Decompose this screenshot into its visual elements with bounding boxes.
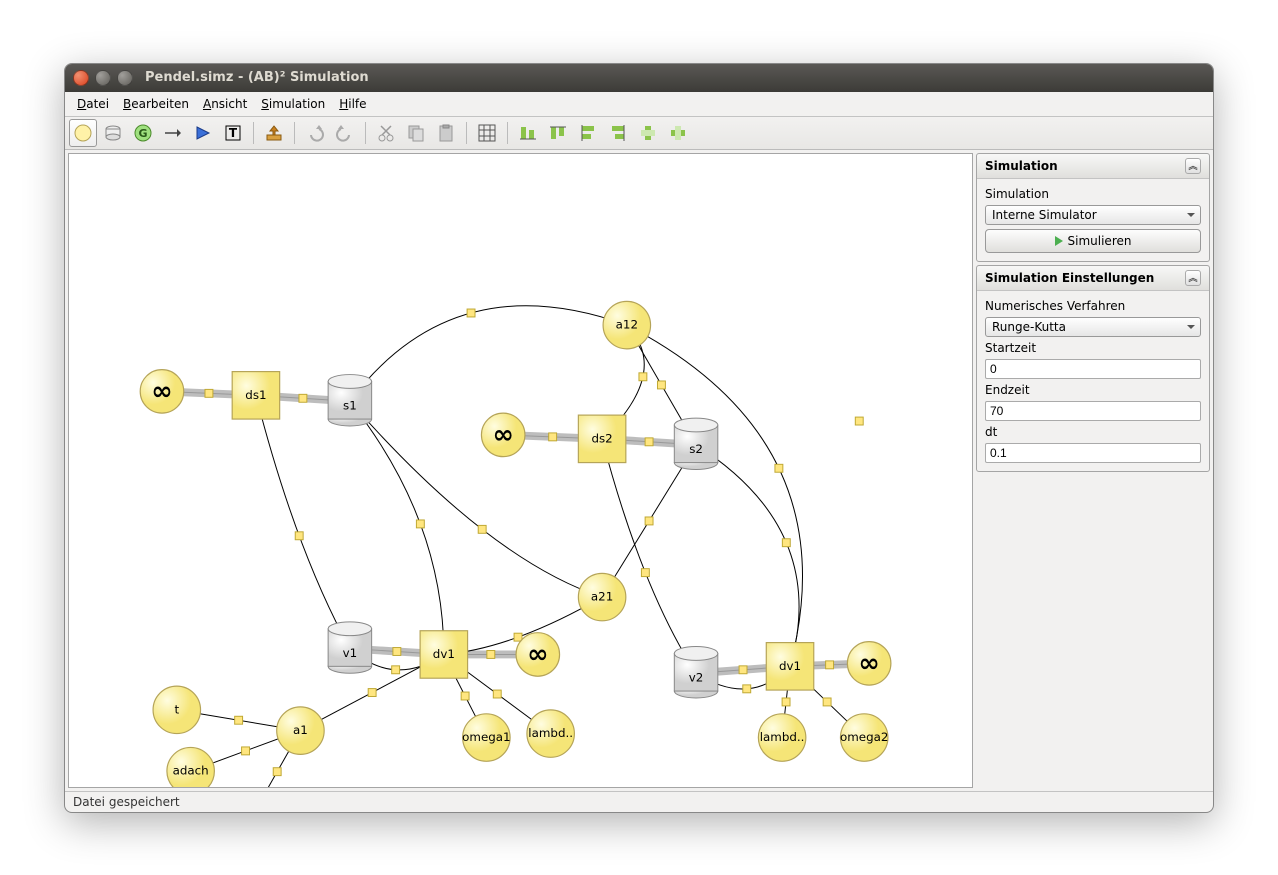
toolbar: G T xyxy=(65,117,1213,150)
svg-text:v2: v2 xyxy=(689,670,704,684)
svg-text:T: T xyxy=(229,126,238,140)
svg-text:∞: ∞ xyxy=(492,419,513,449)
separator-icon xyxy=(466,122,467,144)
window-controls xyxy=(73,70,133,86)
menu-bearbeiten[interactable]: Bearbeiten xyxy=(117,95,195,113)
menu-ansicht[interactable]: Ansicht xyxy=(197,95,253,113)
method-label: Numerisches Verfahren xyxy=(985,299,1201,313)
tool-align3-icon[interactable] xyxy=(574,119,602,147)
titlebar: Pendel.simz - (AB)² Simulation xyxy=(65,64,1213,92)
svg-text:omega2: omega2 xyxy=(840,730,888,744)
simulation-title: Simulation xyxy=(985,159,1058,173)
svg-text:s1: s1 xyxy=(343,398,357,412)
simulation-panel: Simulation ︽ Simulation Interne Simulato… xyxy=(976,153,1210,262)
simulate-button[interactable]: Simulieren xyxy=(985,229,1201,253)
svg-text:a21: a21 xyxy=(591,589,613,603)
tool-text-icon[interactable]: T xyxy=(219,119,247,147)
start-label: Startzeit xyxy=(985,341,1201,355)
svg-text:dv1: dv1 xyxy=(433,646,455,660)
svg-text:ds1: ds1 xyxy=(245,387,266,401)
tool-redo-icon[interactable] xyxy=(331,119,359,147)
menu-simulation[interactable]: Simulation xyxy=(255,95,331,113)
tool-align5-icon[interactable] xyxy=(634,119,662,147)
tool-align4-icon[interactable] xyxy=(604,119,632,147)
separator-icon xyxy=(507,122,508,144)
app-window: Pendel.simz - (AB)² Simulation Datei Bea… xyxy=(64,63,1214,813)
menu-datei[interactable]: Datei xyxy=(71,95,115,113)
chevron-up-icon[interactable]: ︽ xyxy=(1185,270,1201,286)
end-label: Endzeit xyxy=(985,383,1201,397)
start-input[interactable] xyxy=(985,359,1201,379)
method-select[interactable]: Runge-Kutta xyxy=(985,317,1201,337)
settings-panel: Simulation Einstellungen ︽ Numerisches V… xyxy=(976,265,1210,472)
window-title: Pendel.simz - (AB)² Simulation xyxy=(145,70,369,85)
settings-title: Simulation Einstellungen xyxy=(985,271,1154,285)
svg-text:a12: a12 xyxy=(616,317,638,331)
svg-text:v1: v1 xyxy=(343,645,358,659)
svg-text:adach: adach xyxy=(173,763,209,777)
svg-text:∞: ∞ xyxy=(527,639,548,669)
svg-text:omega1: omega1 xyxy=(462,730,510,744)
svg-text:t: t xyxy=(174,702,179,716)
svg-text:dv1: dv1 xyxy=(779,658,801,672)
play-icon xyxy=(1055,236,1063,246)
tool-grid-icon[interactable] xyxy=(473,119,501,147)
svg-text:lambd..: lambd.. xyxy=(528,726,573,740)
separator-icon xyxy=(294,122,295,144)
tool-global-icon[interactable]: G xyxy=(129,119,157,147)
diagram-canvas[interactable]: ∞ ds1 s1 a12 ∞ ds2 s2 v1 dv1 ∞ a21 v2 dv1 ∞ t adach omeg… xyxy=(68,153,973,788)
side-panel: Simulation ︽ Simulation Interne Simulato… xyxy=(976,153,1210,788)
tool-align6-icon[interactable] xyxy=(664,119,692,147)
status-text: Datei gespeichert xyxy=(73,795,180,809)
tool-cut-icon[interactable] xyxy=(372,119,400,147)
separator-icon xyxy=(253,122,254,144)
simulation-panel-header[interactable]: Simulation ︽ xyxy=(977,154,1209,179)
menu-bar: Datei Bearbeiten Ansicht Simulation Hilf… xyxy=(65,92,1213,117)
svg-text:lambd..: lambd.. xyxy=(760,730,805,744)
svg-text:∞: ∞ xyxy=(858,648,879,678)
maximize-icon[interactable] xyxy=(117,70,133,86)
svg-text:∞: ∞ xyxy=(151,376,172,406)
dt-label: dt xyxy=(985,425,1201,439)
tool-save-icon[interactable] xyxy=(260,119,288,147)
svg-text:s2: s2 xyxy=(689,442,703,456)
separator-icon xyxy=(365,122,366,144)
tool-align2-icon[interactable] xyxy=(544,119,572,147)
menu-hilfe[interactable]: Hilfe xyxy=(333,95,372,113)
settings-panel-header[interactable]: Simulation Einstellungen ︽ xyxy=(977,266,1209,291)
close-icon[interactable] xyxy=(73,70,89,86)
chevron-up-icon[interactable]: ︽ xyxy=(1185,158,1201,174)
dt-input[interactable] xyxy=(985,443,1201,463)
simulation-label: Simulation xyxy=(985,187,1201,201)
tool-align1-icon[interactable] xyxy=(514,119,542,147)
end-input[interactable] xyxy=(985,401,1201,421)
tool-arrow-icon[interactable] xyxy=(159,119,187,147)
tool-undo-icon[interactable] xyxy=(301,119,329,147)
tool-flow-icon[interactable] xyxy=(189,119,217,147)
simulator-select[interactable]: Interne Simulator xyxy=(985,205,1201,225)
status-bar: Datei gespeichert xyxy=(65,791,1213,812)
content-area: ∞ ds1 s1 a12 ∞ ds2 s2 v1 dv1 ∞ a21 v2 dv1 ∞ t adach omeg… xyxy=(65,150,1213,791)
simulate-button-label: Simulieren xyxy=(1068,234,1132,248)
tool-cylinder-icon[interactable] xyxy=(99,119,127,147)
svg-text:a1: a1 xyxy=(293,723,308,737)
minimize-icon[interactable] xyxy=(95,70,111,86)
tool-copy-icon[interactable] xyxy=(402,119,430,147)
svg-text:G: G xyxy=(138,127,147,140)
svg-text:ds2: ds2 xyxy=(591,431,612,445)
tool-circle-icon[interactable] xyxy=(69,119,97,147)
tool-paste-icon[interactable] xyxy=(432,119,460,147)
